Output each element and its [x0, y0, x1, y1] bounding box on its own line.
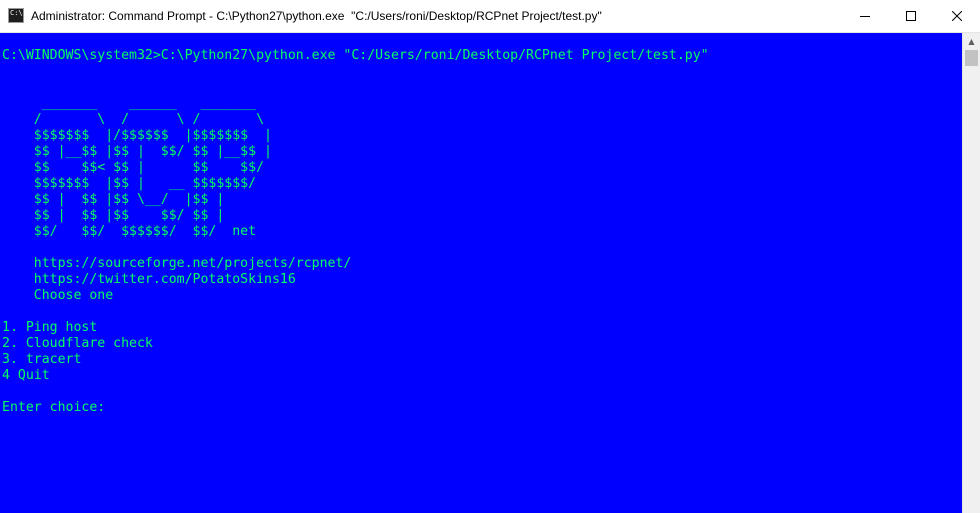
- ascii-logo-line: _______ ______ _______: [2, 96, 257, 111]
- twitter-link-text: https://twitter.com/PotatoSkins16: [2, 272, 296, 287]
- menu-option-cloudflare: 2. Cloudflare check: [2, 336, 153, 351]
- minimize-icon: [860, 16, 870, 17]
- menu-option-ping: 1. Ping host: [2, 320, 98, 335]
- ascii-logo-line: $$/ $$/ $$$$$$/ $$/ net: [2, 224, 257, 239]
- window-title: Administrator: Command Prompt - C:\Pytho…: [31, 9, 602, 23]
- menu-option-tracert: 3. tracert: [2, 352, 82, 367]
- close-button[interactable]: [934, 0, 980, 33]
- title-bar[interactable]: C:\ Administrator: Command Prompt - C:\P…: [0, 0, 980, 33]
- minimize-button[interactable]: [842, 0, 888, 33]
- command-prompt-window: C:\ Administrator: Command Prompt - C:\P…: [0, 0, 980, 513]
- ascii-logo-line: $$ |__$$ |$$ | $$/ $$ |__$$ |: [2, 144, 272, 159]
- cmd-icon[interactable]: C:\: [8, 8, 24, 23]
- choose-prompt: Choose one: [2, 288, 114, 303]
- console-line: C:\WINDOWS\system32>C:\Python27\python.e…: [2, 48, 709, 63]
- ascii-logo-line: $$ | $$ |$$ \__/ |$$ |: [2, 192, 225, 207]
- sourceforge-link-text: https://sourceforge.net/projects/rcpnet/: [2, 256, 352, 271]
- close-icon: [952, 11, 962, 21]
- ascii-logo-line: / \ / \ / \: [2, 112, 265, 127]
- console-output[interactable]: C:\WINDOWS\system32>C:\Python27\python.e…: [0, 33, 962, 513]
- enter-choice-prompt[interactable]: Enter choice:: [2, 400, 709, 416]
- console-text: C:\WINDOWS\system32>C:\Python27\python.e…: [2, 48, 709, 416]
- menu-option-quit: 4 Quit: [2, 368, 50, 383]
- ascii-logo-line: $$ | $$ |$$ $$/ $$ |: [2, 208, 225, 223]
- scroll-up-arrow-icon[interactable]: ▲: [963, 33, 980, 50]
- vertical-scrollbar[interactable]: ▲: [962, 33, 980, 513]
- ascii-logo-line: $$ $$< $$ | $$ $$/: [2, 160, 265, 175]
- ascii-logo-line: $$$$$$$ |/$$$$$$ |$$$$$$$ |: [2, 128, 272, 143]
- scroll-thumb[interactable]: [965, 50, 978, 66]
- maximize-button[interactable]: [888, 0, 934, 33]
- cmd-icon-text: C:\: [10, 9, 23, 17]
- maximize-icon: [906, 11, 916, 21]
- ascii-logo-line: $$$$$$$ |$$ | __ $$$$$$$/: [2, 176, 257, 191]
